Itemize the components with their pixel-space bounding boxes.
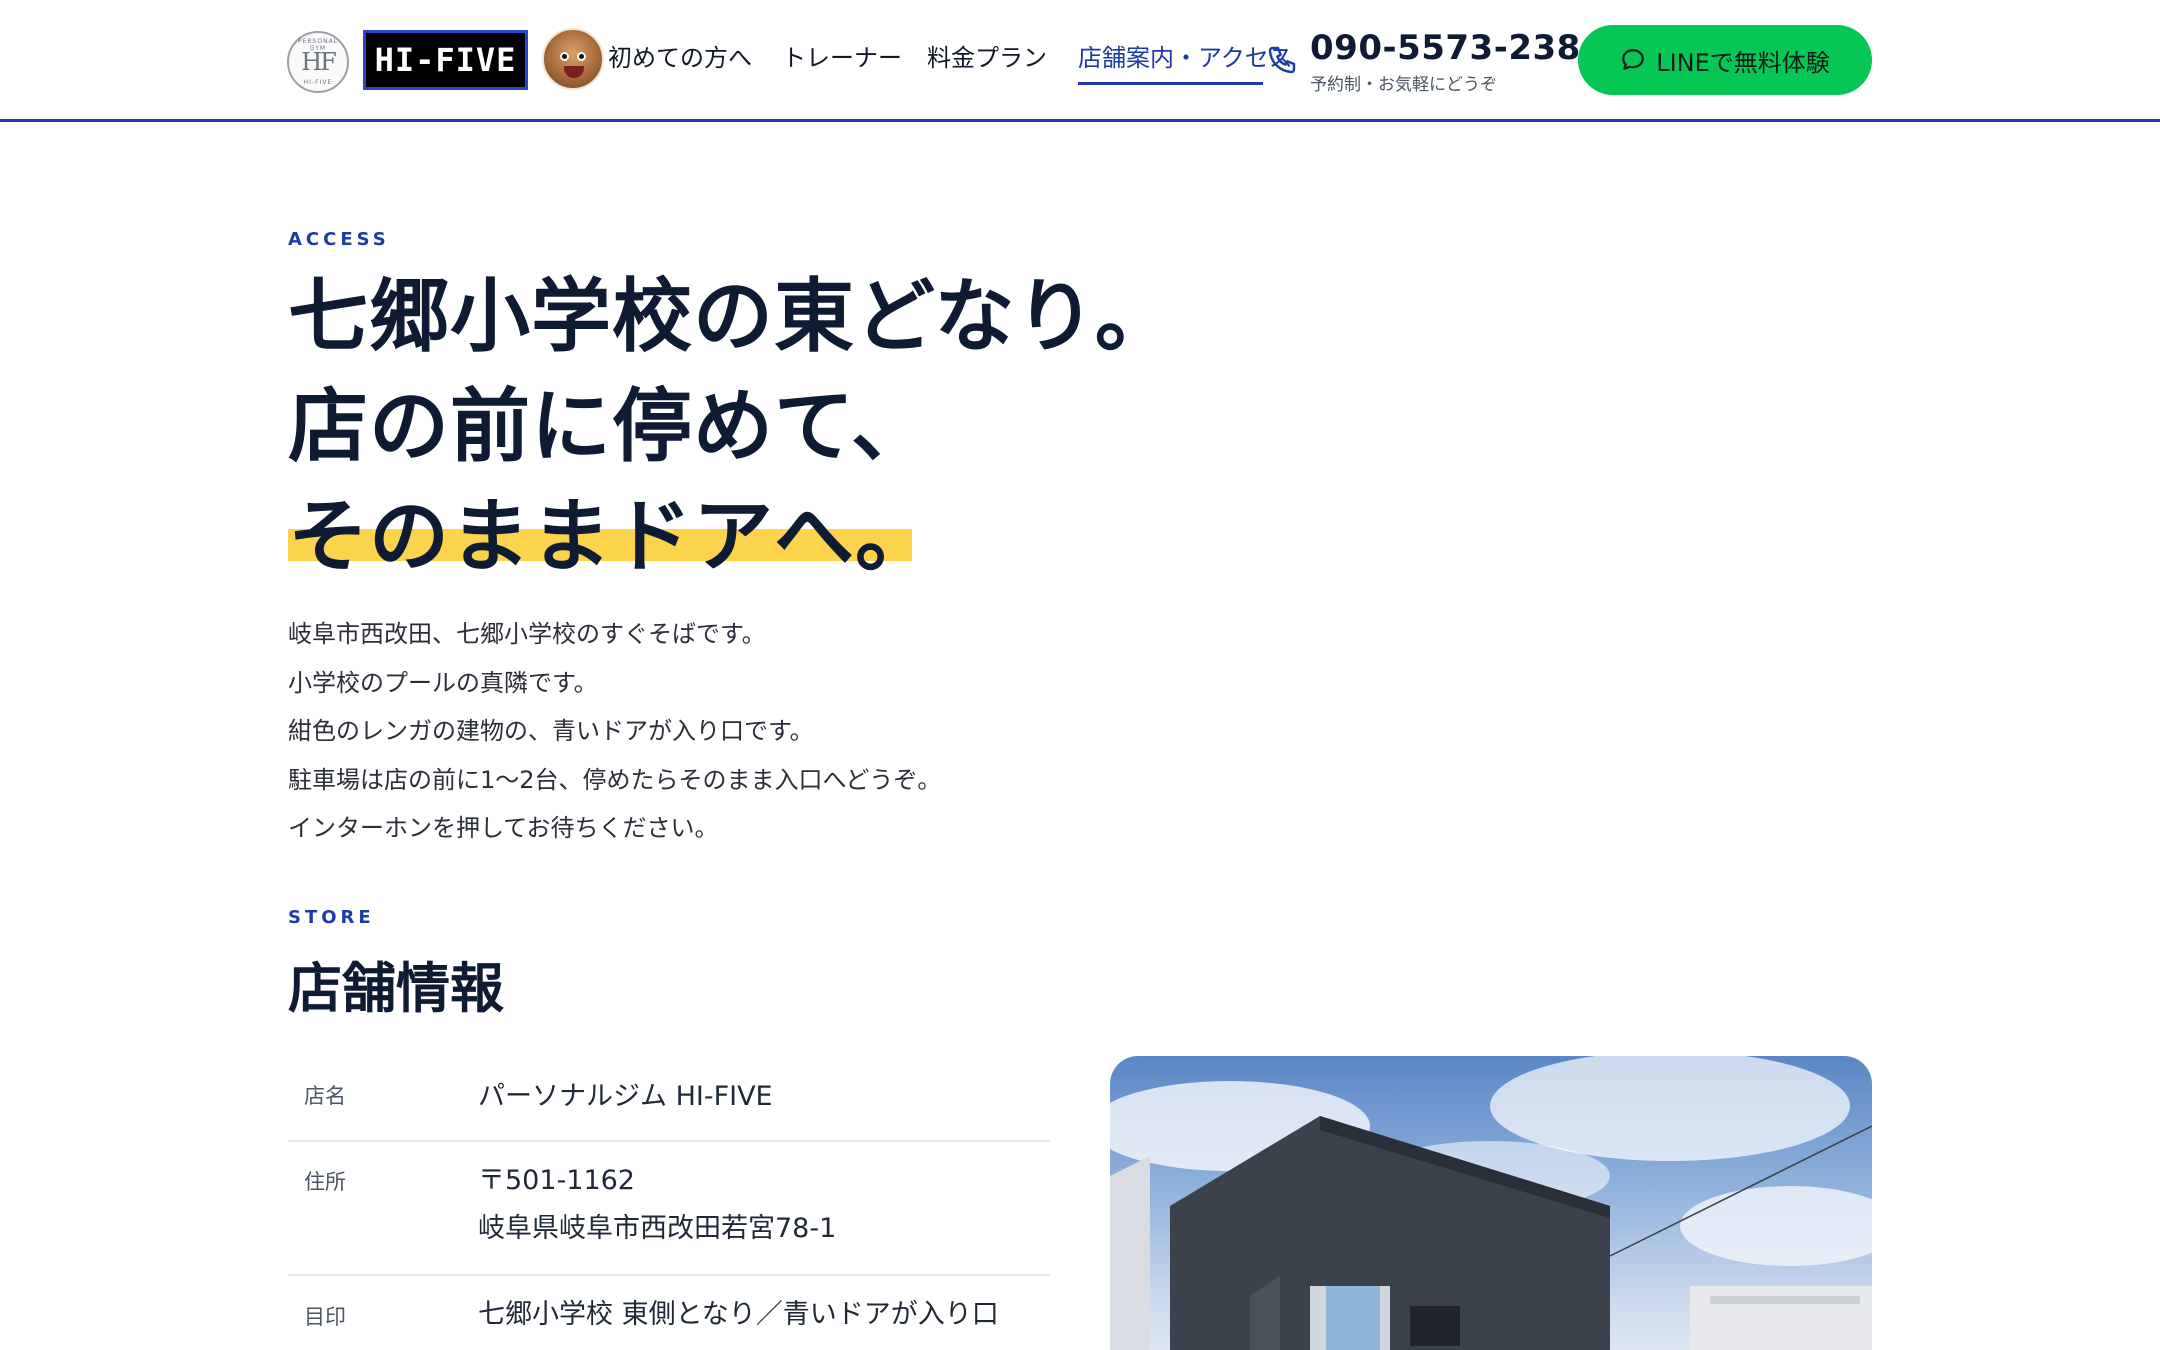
access-description: 岐阜市西改田、七郷小学校のすぐそばです。 小学校のプールの真隣です。 紺色のレン… [288,610,941,853]
line-button-label: LINEで無料体験 [1656,48,1830,77]
emblem-bottom-text: HI-FIVE [303,79,333,86]
store-info-table: 店名 パーソナルジム HI-FIVE 住所 〒501-1162 岐阜県岐阜市西改… [288,1055,1050,1350]
gym-emblem-logo[interactable]: PERSONAL GYM HF HI-FIVE [287,31,349,93]
info-key: 住所 [304,1170,346,1194]
line-free-trial-button[interactable]: LINEで無料体験 [1578,25,1872,95]
description-line: 駐車場は店の前に1〜2台、停めたらそのまま入口へどうぞ。 [288,765,942,794]
info-value-address: 岐阜県岐阜市西改田若宮78-1 [478,1213,837,1244]
mascot-mouth [564,66,584,78]
mascot-eye [560,52,569,61]
active-nav-indicator [1078,82,1263,85]
mascot-icon [542,28,604,90]
access-eyebrow: ACCESS [288,229,390,250]
nav-pricing[interactable]: 料金プラン [927,38,1047,73]
mascot-eye [577,52,586,61]
store-eyebrow: STORE [288,907,375,928]
info-value-postal: 〒501-1162 [478,1165,635,1196]
info-row-address: 住所 〒501-1162 岐阜県岐阜市西改田若宮78-1 [288,1142,1050,1276]
description-line: インターホンを押してお待ちください。 [288,814,719,842]
emblem-top-text: PERSONAL GYM [297,38,339,52]
store-building-illustration [1110,1056,1872,1350]
info-key: 店名 [304,1084,346,1108]
store-section-title: 店舗情報 [288,957,504,1020]
nav-trainer[interactable]: トレーナー [782,38,902,73]
store-exterior-photo [1110,1056,1872,1350]
nav-first-time[interactable]: 初めての方へ [608,38,752,73]
hi-five-wordmark-logo[interactable]: HI-FIVE [363,30,528,90]
info-row-name: 店名 パーソナルジム HI-FIVE [288,1055,1050,1142]
description-line: 紺色のレンガの建物の、青いドアが入り口です。 [288,717,814,745]
info-value: パーソナルジム HI-FIVE [478,1081,773,1112]
wordmark-text: HI-FIVE [374,41,517,79]
info-row-landmark: 目印 七郷小学校 東側となり／青いドアが入り口 [288,1276,1050,1350]
emblem-monogram: HF [301,48,337,76]
phone-number-link[interactable]: 090-5573-2384 [1310,28,1605,68]
info-value: 七郷小学校 東側となり／青いドアが入り口 [478,1299,999,1330]
nav-store-access[interactable]: 店舗案内・アクセス [1078,38,1293,73]
description-line: 岐阜市西改田、七郷小学校のすぐそばです。 [288,620,766,648]
description-line: 小学校のプールの真隣です。 [288,668,598,697]
headline-line-1: 七郷小学校の東どなり。 [288,270,1176,363]
site-header: PERSONAL GYM HF HI-FIVE HI-FIVE 初めての方へ ト… [0,0,2160,122]
access-headline: 七郷小学校の東どなり。 店の前に停めて、 そのままドアへ。 [288,262,1176,592]
chat-bubble-icon [1622,49,1645,70]
info-key: 目印 [304,1305,346,1329]
phone-icon [1268,46,1296,74]
phone-note: 予約制・お気軽にどうぞ [1310,75,1497,95]
headline-line-3: そのままドアへ。 [288,490,936,583]
headline-line-2: 店の前に停めて、 [288,380,932,473]
